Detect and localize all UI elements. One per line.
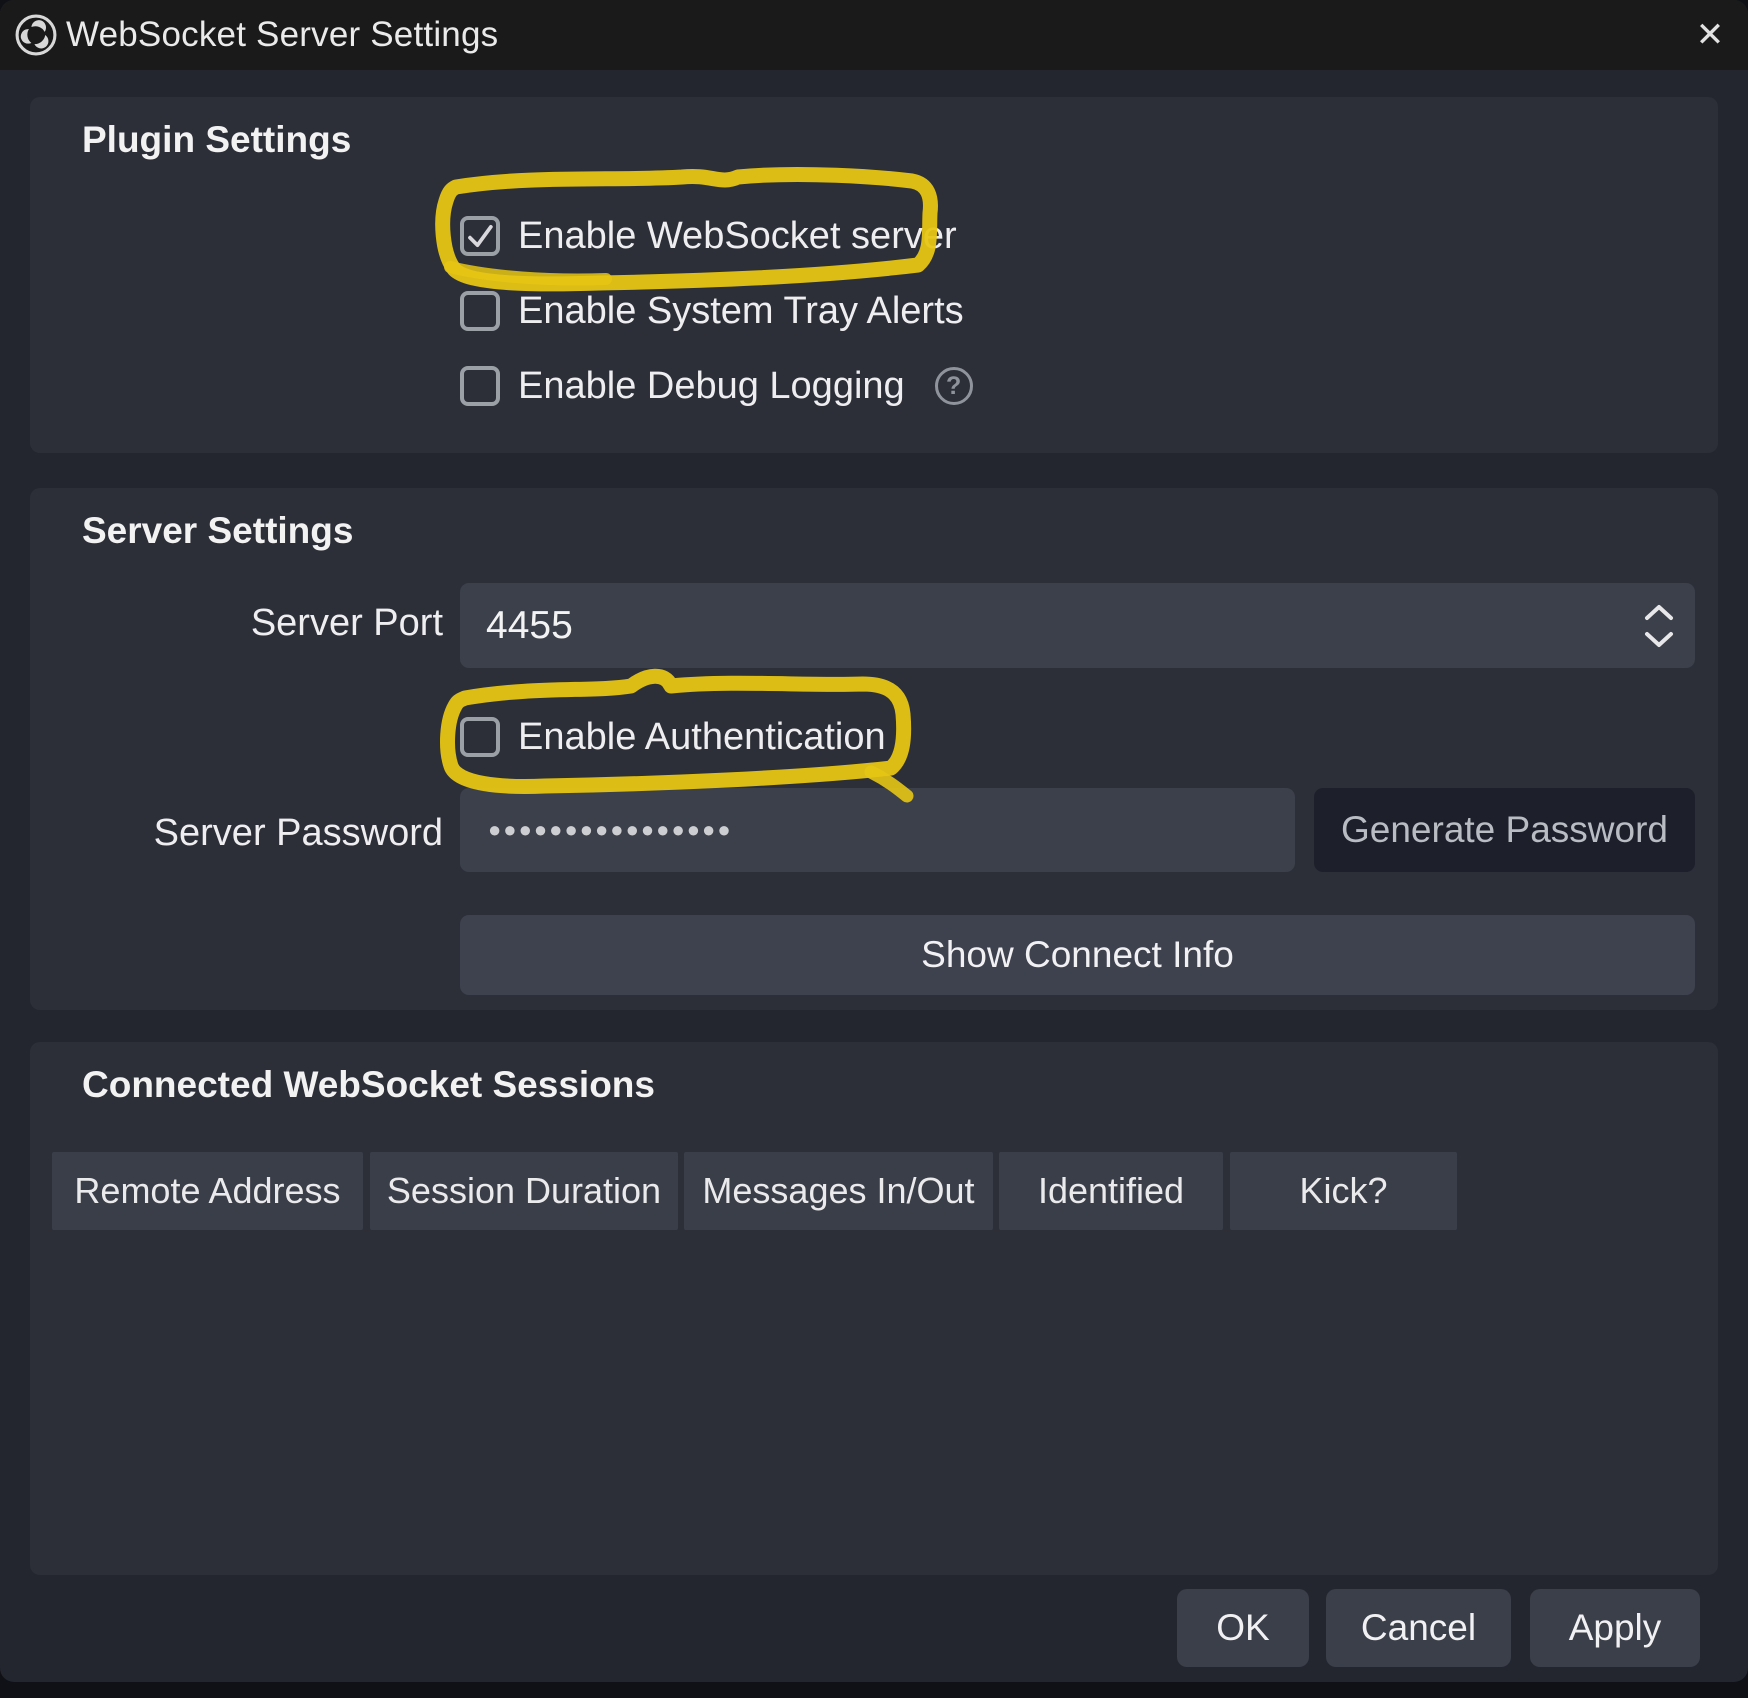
server-settings-heading: Server Settings (82, 510, 353, 552)
titlebar[interactable]: WebSocket Server Settings ✕ (0, 0, 1748, 70)
enable-authentication-row[interactable]: Enable Authentication (460, 714, 886, 760)
show-connect-info-button[interactable]: Show Connect Info (460, 915, 1695, 995)
enable-tray-alerts-row[interactable]: Enable System Tray Alerts (460, 288, 964, 334)
enable-authentication-checkbox[interactable] (460, 717, 500, 757)
server-port-label: Server Port (30, 602, 443, 645)
column-header-messages-in-out[interactable]: Messages In/Out (684, 1152, 993, 1230)
cancel-button[interactable]: Cancel (1326, 1589, 1511, 1667)
ok-button[interactable]: OK (1177, 1589, 1309, 1667)
sessions-empty-area (52, 1242, 1696, 1553)
server-port-input[interactable]: 4455 (460, 583, 1695, 668)
column-header-session-duration[interactable]: Session Duration (370, 1152, 678, 1230)
sessions-group: Connected WebSocket Sessions Remote Addr… (30, 1042, 1718, 1575)
port-spinner[interactable] (1637, 583, 1681, 668)
generate-password-button[interactable]: Generate Password (1314, 788, 1695, 872)
password-masked-value: ●●●●●●●●●●●●●●●● (460, 817, 733, 843)
close-icon[interactable]: ✕ (1688, 13, 1732, 57)
obs-logo-icon (14, 13, 58, 57)
help-icon[interactable]: ? (935, 367, 973, 405)
server-password-label: Server Password (30, 812, 443, 855)
enable-tray-alerts-label[interactable]: Enable System Tray Alerts (518, 290, 964, 333)
enable-debug-logging-row[interactable]: Enable Debug Logging ? (460, 363, 973, 409)
window-title: WebSocket Server Settings (66, 15, 498, 55)
enable-debug-logging-checkbox[interactable] (460, 366, 500, 406)
column-header-remote-address[interactable]: Remote Address (52, 1152, 363, 1230)
enable-websocket-server-row[interactable]: Enable WebSocket server (460, 213, 957, 259)
enable-authentication-label[interactable]: Enable Authentication (518, 716, 886, 759)
enable-tray-alerts-checkbox[interactable] (460, 291, 500, 331)
server-settings-group: Server Settings Server Port 4455 Enable … (30, 488, 1718, 1010)
apply-button[interactable]: Apply (1530, 1589, 1700, 1667)
server-password-input[interactable]: ●●●●●●●●●●●●●●●● (460, 788, 1295, 872)
plugin-settings-heading: Plugin Settings (82, 119, 351, 161)
chevron-down-icon (1644, 631, 1674, 649)
column-header-kick[interactable]: Kick? (1230, 1152, 1457, 1230)
enable-websocket-server-label[interactable]: Enable WebSocket server (518, 215, 957, 258)
chevron-up-icon (1644, 603, 1674, 621)
sessions-heading: Connected WebSocket Sessions (82, 1064, 655, 1106)
enable-websocket-server-checkbox[interactable] (460, 216, 500, 256)
server-port-value: 4455 (460, 604, 573, 648)
enable-debug-logging-label[interactable]: Enable Debug Logging (518, 365, 905, 408)
websocket-settings-dialog: WebSocket Server Settings ✕ Plugin Setti… (0, 0, 1748, 1682)
column-header-identified[interactable]: Identified (999, 1152, 1223, 1230)
plugin-settings-group: Plugin Settings Enable WebSocket server … (30, 97, 1718, 453)
